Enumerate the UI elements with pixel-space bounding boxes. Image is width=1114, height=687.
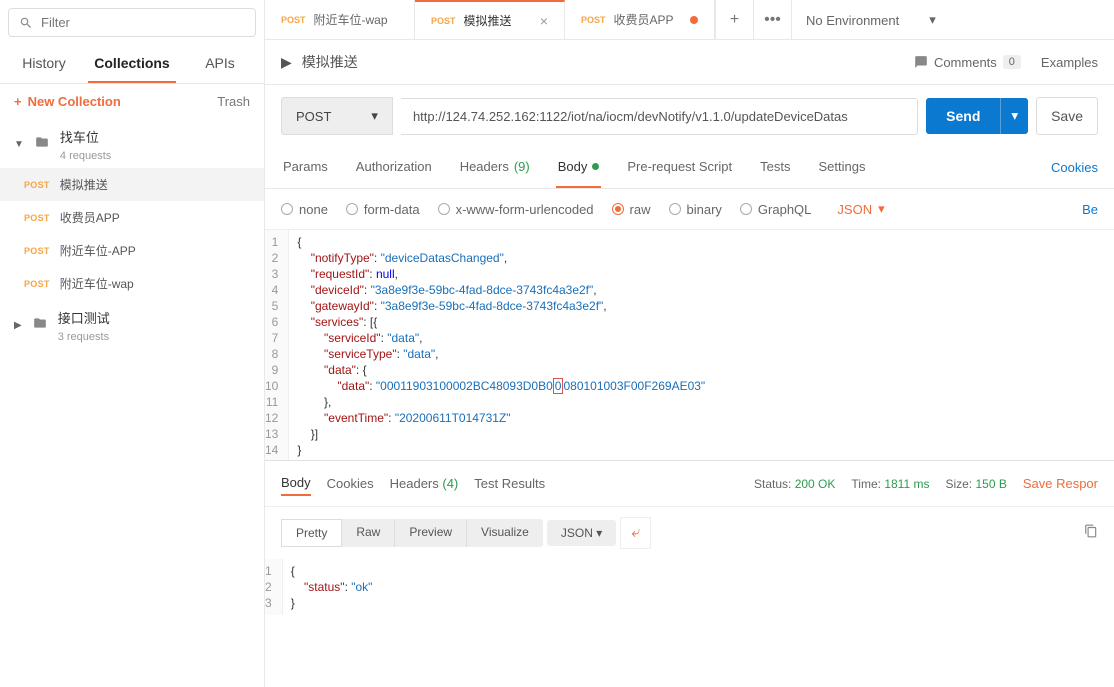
raw-type-select[interactable]: JSON▾ — [837, 201, 884, 217]
new-collection-button[interactable]: +New Collection — [14, 94, 121, 109]
send-dropdown[interactable]: ▾ — [1000, 98, 1028, 134]
plus-icon: + — [14, 94, 22, 109]
caret-right-icon[interactable]: ▶ — [281, 54, 292, 71]
line-gutter: 123456789101112131415 — [265, 230, 289, 460]
line-gutter: 123 — [265, 559, 283, 615]
method-tag: POST — [581, 15, 606, 25]
response-tab-cookies[interactable]: Cookies — [327, 472, 374, 495]
folder-icon — [34, 135, 50, 154]
request-tab[interactable]: POST 附近车位-wap — [265, 0, 415, 39]
response-lang-select[interactable]: JSON ▾ — [547, 520, 616, 546]
sidebar-request[interactable]: POST附近车位-wap — [0, 267, 264, 300]
response-tab-body[interactable]: Body — [281, 471, 311, 496]
save-button[interactable]: Save — [1036, 97, 1098, 135]
cookies-link[interactable]: Cookies — [1051, 148, 1098, 187]
tab-headers[interactable]: Headers (9) — [458, 147, 532, 188]
folder-meta: 4 requests — [60, 150, 111, 162]
method-tag: POST — [24, 180, 50, 190]
method-tag: POST — [431, 16, 456, 26]
save-response-button[interactable]: Save Respor — [1023, 476, 1098, 491]
tab-tests[interactable]: Tests — [758, 147, 792, 188]
collection-folder[interactable]: ▼ 找车位 4 requests — [0, 119, 264, 168]
folder-icon — [32, 316, 48, 335]
tab-params[interactable]: Params — [281, 147, 330, 188]
tab-overflow-button[interactable]: ••• — [753, 0, 791, 40]
method-tag: POST — [281, 15, 306, 25]
view-pretty[interactable]: Pretty — [281, 519, 342, 547]
tab-settings[interactable]: Settings — [816, 147, 867, 188]
url-input[interactable] — [401, 98, 918, 135]
comments-button[interactable]: Comments 0 — [914, 55, 1021, 70]
view-raw[interactable]: Raw — [342, 519, 395, 547]
sidebar-tab-apis[interactable]: APIs — [176, 45, 264, 83]
send-button[interactable]: Send — [926, 98, 1000, 134]
copy-icon[interactable] — [1084, 524, 1098, 543]
chevron-down-icon: ▾ — [596, 526, 602, 540]
dot-icon — [592, 163, 599, 170]
tab-prerequest[interactable]: Pre-request Script — [625, 147, 734, 188]
filter-box[interactable] — [8, 8, 256, 37]
tab-authorization[interactable]: Authorization — [354, 147, 434, 188]
sidebar-request[interactable]: POST附近车位-APP — [0, 234, 264, 267]
folder-meta: 3 requests — [58, 331, 110, 343]
modified-dot-icon — [690, 16, 698, 24]
body-type-raw[interactable]: raw — [612, 202, 651, 217]
response-tab-tests[interactable]: Test Results — [474, 472, 545, 495]
sidebar-tab-collections[interactable]: Collections — [88, 45, 176, 83]
body-type-none[interactable]: none — [281, 202, 328, 217]
response-editor[interactable]: 123 { "status": "ok"} — [265, 559, 1114, 623]
sidebar-request[interactable]: POST收费员APP — [0, 201, 264, 234]
body-editor[interactable]: 123456789101112131415 { "notifyType": "d… — [265, 230, 1114, 460]
request-title: 模拟推送 — [302, 52, 358, 72]
new-tab-button[interactable]: + — [715, 0, 753, 40]
trash-link[interactable]: Trash — [217, 94, 250, 109]
body-type-graphql[interactable]: GraphQL — [740, 202, 811, 217]
caret-right-icon: ▶ — [14, 320, 22, 331]
comment-icon — [914, 55, 928, 69]
method-tag: POST — [24, 213, 50, 223]
tab-body[interactable]: Body — [556, 147, 602, 188]
method-select[interactable]: POST ▾ — [281, 97, 393, 135]
request-tab[interactable]: POST 收费员APP — [565, 0, 715, 39]
time-label: Time: 1811 ms — [851, 477, 929, 491]
body-type-binary[interactable]: binary — [669, 202, 722, 217]
wrap-lines-button[interactable]: ⤶ — [620, 517, 651, 549]
beautify-link[interactable]: Be — [1082, 202, 1098, 217]
collection-folder[interactable]: ▶ 接口测试 3 requests — [0, 300, 264, 349]
chevron-down-icon: ▾ — [929, 12, 936, 28]
method-tag: POST — [24, 279, 50, 289]
environment-select[interactable]: No Environment ▾ — [791, 0, 950, 40]
chevron-down-icon: ▾ — [371, 108, 378, 124]
search-icon — [19, 16, 33, 30]
body-type-formdata[interactable]: form-data — [346, 202, 420, 217]
status-label: Status: 200 OK — [754, 477, 835, 491]
view-preview[interactable]: Preview — [395, 519, 467, 547]
sidebar-request[interactable]: POST模拟推送 — [0, 168, 264, 201]
chevron-down-icon: ▾ — [878, 201, 885, 217]
sidebar-tab-history[interactable]: History — [0, 45, 88, 83]
filter-input[interactable] — [41, 15, 245, 30]
caret-down-icon: ▼ — [14, 139, 24, 150]
size-label: Size: 150 B — [945, 477, 1006, 491]
folder-name: 找车位 — [60, 127, 111, 146]
request-tab[interactable]: POST 模拟推送 × — [415, 0, 565, 39]
method-tag: POST — [24, 246, 50, 256]
body-type-xform[interactable]: x-www-form-urlencoded — [438, 202, 594, 217]
close-icon[interactable]: × — [540, 13, 548, 29]
response-tab-headers[interactable]: Headers (4) — [390, 472, 459, 495]
examples-button[interactable]: Examples — [1041, 55, 1098, 70]
view-visualize[interactable]: Visualize — [467, 519, 543, 547]
folder-name: 接口测试 — [58, 308, 110, 327]
